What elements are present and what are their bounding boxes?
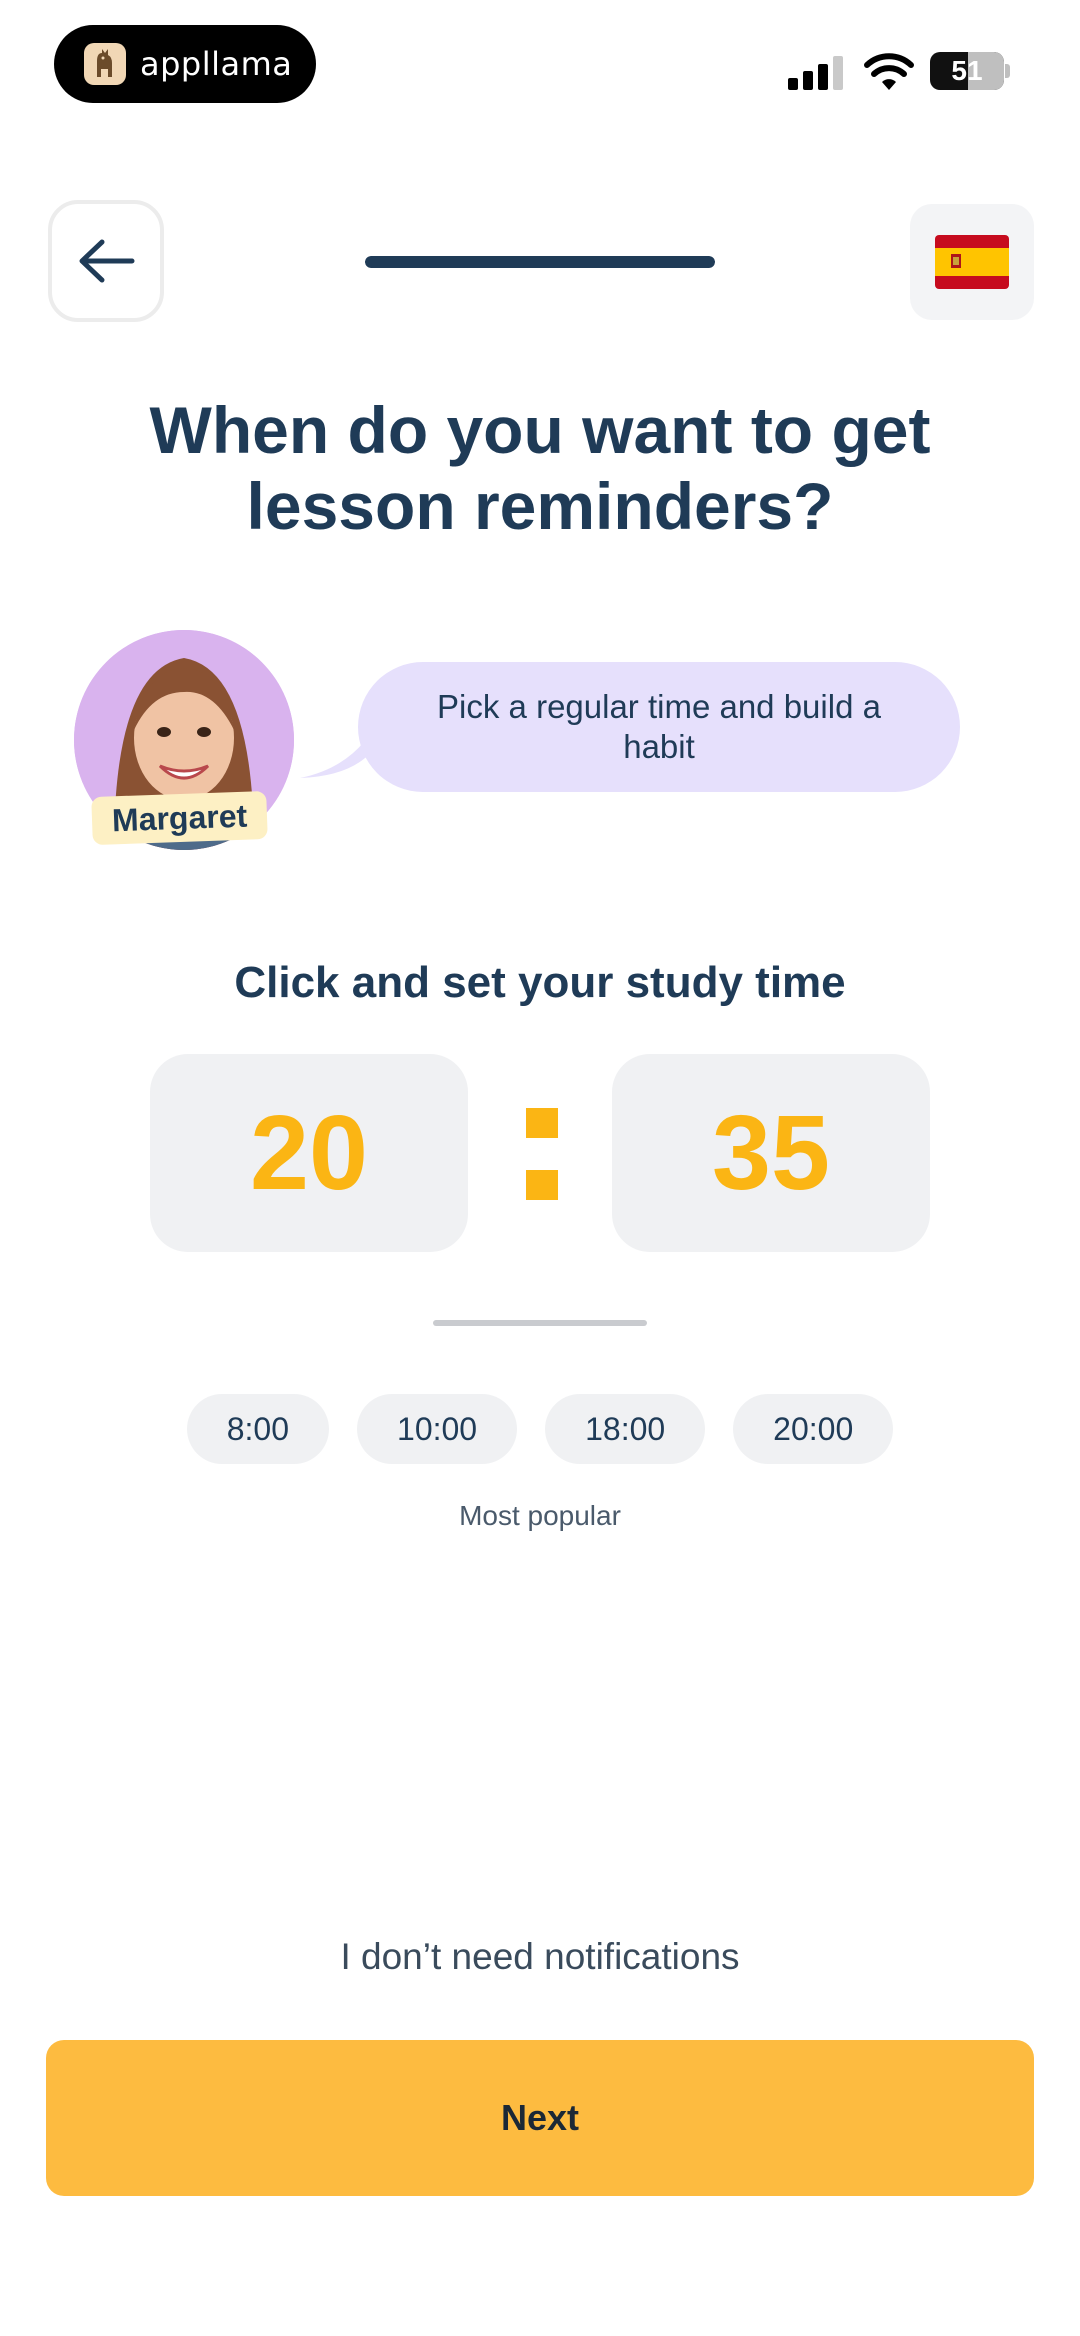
tutor-speech-bubble: Pick a regular time and build a habit — [358, 662, 960, 792]
presets-caption: Most popular — [459, 1500, 621, 1531]
tutor-message: Pick a regular time and build a habit — [437, 688, 881, 765]
minute-picker[interactable]: 35 — [612, 1054, 930, 1252]
wifi-icon — [864, 53, 914, 90]
battery-indicator: 51 — [930, 52, 1004, 90]
preset-time-chip[interactable]: 20:00 — [733, 1394, 894, 1464]
llama-logo-icon — [84, 43, 126, 85]
picker-divider — [433, 1320, 647, 1326]
app-name: appllama — [140, 45, 293, 83]
tutor-name-tag: Margaret — [91, 790, 268, 846]
progress-bar-fill — [365, 256, 715, 268]
hour-value: 20 — [250, 1093, 368, 1212]
minute-value: 35 — [712, 1093, 830, 1212]
language-button[interactable] — [910, 204, 1034, 320]
colon-dot-top — [526, 1108, 558, 1138]
preset-time-chip[interactable]: 10:00 — [357, 1394, 518, 1464]
preset-time-list: 8:00 10:00 18:00 20:00 — [0, 1394, 1080, 1464]
time-separator — [520, 1104, 560, 1204]
preset-time-chip[interactable]: 8:00 — [186, 1394, 330, 1464]
colon-dot-bottom — [526, 1170, 558, 1200]
app-indicator-pill[interactable]: appllama — [54, 25, 316, 103]
next-button[interactable]: Next — [46, 2040, 1034, 2196]
battery-tip — [1005, 64, 1010, 78]
battery-percentage: 51 — [951, 55, 983, 86]
time-picker-heading: Click and set your study time — [234, 958, 846, 1007]
page-title: When do you want to get lesson reminders… — [149, 393, 931, 543]
progress-bar — [365, 256, 715, 268]
preset-time-chip[interactable]: 18:00 — [545, 1394, 706, 1464]
cellular-signal-icon — [788, 56, 843, 90]
back-button[interactable] — [48, 200, 164, 322]
spain-flag-icon — [935, 235, 1009, 289]
next-button-label: Next — [500, 2097, 580, 2138]
skip-notifications-link[interactable]: I don’t need notifications — [0, 1936, 1080, 1978]
hour-picker[interactable]: 20 — [150, 1054, 468, 1252]
arrow-left-icon — [79, 239, 135, 283]
